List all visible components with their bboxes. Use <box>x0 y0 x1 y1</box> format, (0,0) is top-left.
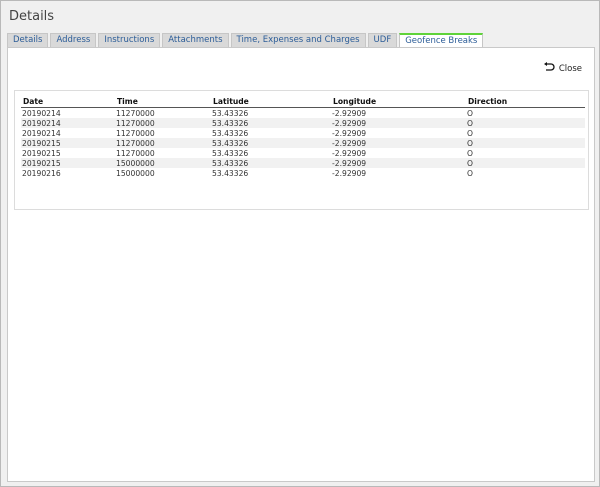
cell-date: 20190214 <box>22 108 61 118</box>
cell-latitude: 53.43326 <box>212 148 249 158</box>
cell-latitude: 53.43326 <box>211 158 331 168</box>
cell-direction: O <box>467 108 473 118</box>
cell-time: 15000000 <box>115 158 211 168</box>
cell-longitude: -2.92909 <box>332 128 367 138</box>
cell-longitude: -2.92909 <box>332 148 367 158</box>
tab-panel: Close Date Time Latitude Longitude Direc… <box>7 47 595 482</box>
geofence-breaks-grid: Date Time Latitude Longitude Direction 2… <box>14 90 589 210</box>
cell-latitude: 53.43326 <box>212 168 249 178</box>
cell-time: 11270000 <box>116 108 155 118</box>
column-header-direction[interactable]: Direction <box>466 96 585 108</box>
cell-time: 11270000 <box>116 128 155 138</box>
table-row[interactable]: 20190215 15000000 53.43326 -2.92909 O <box>21 158 585 168</box>
cell-time: 11270000 <box>115 118 211 128</box>
cell-date: 20190214 <box>22 128 61 138</box>
table-row[interactable]: 20190214 11270000 53.43326 -2.92909 O <box>21 128 585 138</box>
cell-direction: O <box>466 138 585 148</box>
cell-direction: O <box>467 168 473 178</box>
cell-latitude: 53.43326 <box>211 118 331 128</box>
column-header-time[interactable]: Time <box>115 96 211 108</box>
table-header-row: Date Time Latitude Longitude Direction <box>21 96 585 108</box>
cell-date: 20190215 <box>21 158 115 168</box>
tab-address[interactable]: Address <box>50 33 97 47</box>
cell-latitude: 53.43326 <box>212 128 249 138</box>
table-row[interactable]: 20190215 11270000 53.43326 -2.92909 O <box>21 148 585 158</box>
tab-instructions[interactable]: Instructions <box>98 33 161 47</box>
close-button[interactable]: Close <box>543 62 582 75</box>
details-window: Details Details Address Instructions Att… <box>0 0 600 487</box>
tab-geofence-breaks[interactable]: Geofence Breaks <box>399 33 484 47</box>
table-row[interactable]: 20190216 15000000 53.43326 -2.92909 O <box>21 168 585 178</box>
column-header-longitude[interactable]: Longitude <box>331 96 466 108</box>
cell-direction: O <box>466 118 585 128</box>
tab-time-expenses-charges[interactable]: Time, Expenses and Charges <box>230 33 366 47</box>
geofence-breaks-table: Date Time Latitude Longitude Direction 2… <box>21 96 585 178</box>
cell-direction: O <box>467 128 473 138</box>
cell-latitude: 53.43326 <box>212 108 249 118</box>
undo-arrow-icon <box>543 62 555 75</box>
tab-bar: Details Address Instructions Attachments… <box>7 33 484 47</box>
cell-time: 15000000 <box>116 168 155 178</box>
tab-details[interactable]: Details <box>7 33 49 47</box>
tab-udf[interactable]: UDF <box>367 33 398 47</box>
close-label: Close <box>558 63 582 74</box>
table-row[interactable]: 20190214 11270000 53.43326 -2.92909 O <box>21 118 585 128</box>
cell-time: 11270000 <box>116 148 155 158</box>
table-row[interactable]: 20190214 11270000 53.43326 -2.92909 O <box>21 108 585 119</box>
tab-attachments[interactable]: Attachments <box>162 33 229 47</box>
cell-latitude: 53.43326 <box>211 138 331 148</box>
column-header-latitude[interactable]: Latitude <box>211 96 331 108</box>
table-body: 20190214 11270000 53.43326 -2.92909 O 2019021… <box>21 108 585 179</box>
cell-date: 20190215 <box>21 138 115 148</box>
cell-longitude: -2.92909 <box>332 108 367 118</box>
cell-date: 20190214 <box>21 118 115 128</box>
cell-direction: O <box>467 148 473 158</box>
cell-longitude: -2.92909 <box>331 118 466 128</box>
cell-direction: O <box>466 158 585 168</box>
cell-longitude: -2.92909 <box>331 158 466 168</box>
cell-longitude: -2.92909 <box>332 168 367 178</box>
cell-longitude: -2.92909 <box>331 138 466 148</box>
table-row[interactable]: 20190215 11270000 53.43326 -2.92909 O <box>21 138 585 148</box>
cell-time: 11270000 <box>115 138 211 148</box>
window-title: Details <box>9 9 55 24</box>
cell-date: 20190215 <box>22 148 61 158</box>
cell-date: 20190216 <box>22 168 61 178</box>
column-header-date[interactable]: Date <box>21 96 115 108</box>
